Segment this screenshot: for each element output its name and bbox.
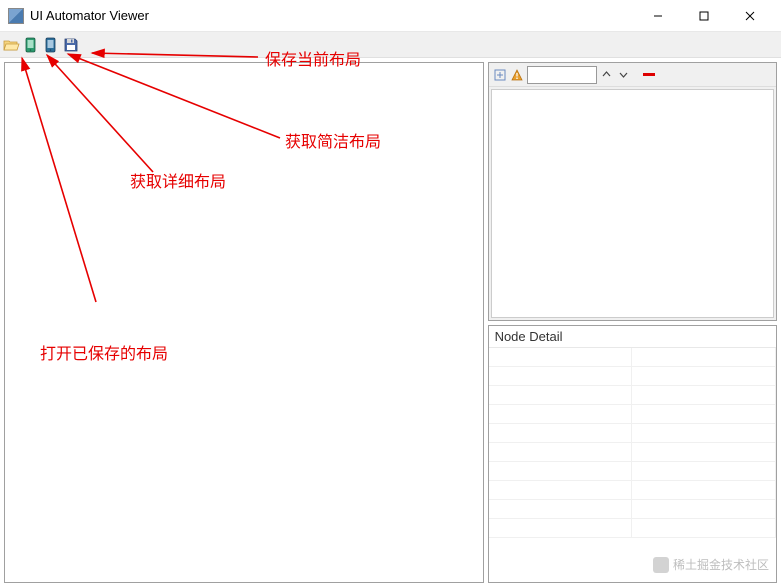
table-row — [489, 462, 776, 481]
watermark: 稀土掘金技术社区 — [653, 556, 769, 573]
table-row — [489, 424, 776, 443]
filter-input[interactable] — [527, 66, 597, 84]
device-screenshot-compressed-icon[interactable] — [42, 36, 60, 54]
content-area: Node Detail — [0, 58, 781, 587]
node-detail-table[interactable] — [489, 348, 776, 583]
watermark-logo-icon — [653, 557, 669, 573]
maximize-button[interactable] — [681, 2, 727, 30]
watermark-text: 稀土掘金技术社区 — [673, 556, 769, 573]
table-row — [489, 405, 776, 424]
close-button[interactable] — [727, 2, 773, 30]
table-row — [489, 348, 776, 367]
table-row — [489, 481, 776, 500]
hierarchy-tree[interactable] — [491, 89, 774, 318]
minimize-button[interactable] — [635, 2, 681, 30]
main-toolbar — [0, 32, 781, 58]
right-column: Node Detail — [488, 62, 777, 583]
app-icon — [8, 8, 24, 24]
device-screenshot-detail-icon[interactable] — [22, 36, 40, 54]
node-detail-header: Node Detail — [489, 326, 776, 348]
open-folder-icon[interactable] — [2, 36, 20, 54]
window-controls — [635, 2, 773, 30]
window-title: UI Automator Viewer — [30, 8, 635, 23]
table-row — [489, 500, 776, 519]
expand-all-icon[interactable] — [493, 68, 507, 82]
chevron-down-icon[interactable] — [617, 68, 631, 82]
save-floppy-icon[interactable] — [62, 36, 80, 54]
table-row — [489, 443, 776, 462]
table-row — [489, 519, 776, 538]
warning-triangle-icon[interactable] — [510, 68, 524, 82]
node-detail-panel: Node Detail — [488, 325, 777, 584]
clear-filter-icon[interactable] — [643, 73, 655, 76]
title-bar: UI Automator Viewer — [0, 0, 781, 32]
chevron-up-icon[interactable] — [600, 68, 614, 82]
hierarchy-panel — [488, 62, 777, 321]
tree-toolbar — [489, 63, 776, 87]
table-row — [489, 386, 776, 405]
screenshot-panel[interactable] — [4, 62, 484, 583]
table-row — [489, 367, 776, 386]
